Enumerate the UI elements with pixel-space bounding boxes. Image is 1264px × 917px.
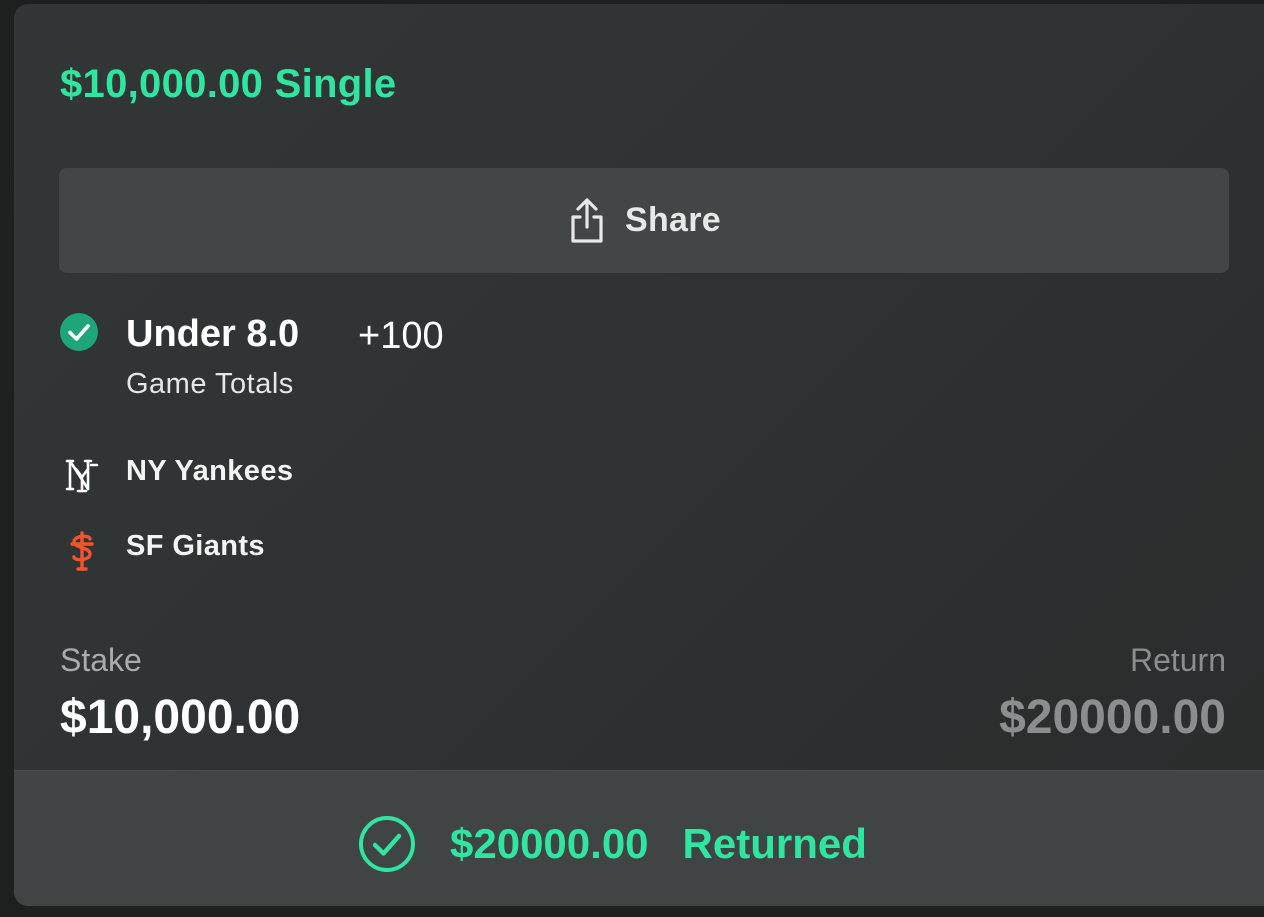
check-circle-icon bbox=[59, 312, 99, 352]
market-name: Game Totals bbox=[126, 368, 294, 400]
settlement-status-label: Returned bbox=[682, 820, 867, 867]
selection-odds: +100 bbox=[358, 315, 444, 357]
team-name-giants: SF Giants bbox=[126, 530, 265, 562]
bet-card: $10,000.00 Single Share Under 8.0 +100 G… bbox=[14, 4, 1264, 906]
settlement-amount: $20000.00 bbox=[450, 820, 649, 867]
share-label: Share bbox=[625, 201, 721, 239]
share-icon bbox=[567, 197, 607, 245]
stake-value: $10,000.00 bbox=[60, 691, 301, 744]
return-value: $20000.00 bbox=[999, 691, 1226, 744]
sf-giants-logo-icon bbox=[64, 530, 100, 571]
check-circle-outline-icon bbox=[358, 815, 416, 873]
return-label: Return bbox=[1129, 642, 1226, 678]
ny-yankees-logo-icon bbox=[64, 455, 100, 495]
share-button[interactable]: Share bbox=[59, 168, 1229, 273]
settlement-footer: $20000.00 Returned bbox=[14, 770, 1264, 906]
stake-label: Stake bbox=[60, 642, 142, 678]
selection-name: Under 8.0 bbox=[126, 313, 300, 355]
bet-title: $10,000.00 Single bbox=[60, 62, 397, 106]
settlement-status: $20000.00 Returned bbox=[358, 815, 867, 873]
team-name-yankees: NY Yankees bbox=[126, 455, 294, 487]
